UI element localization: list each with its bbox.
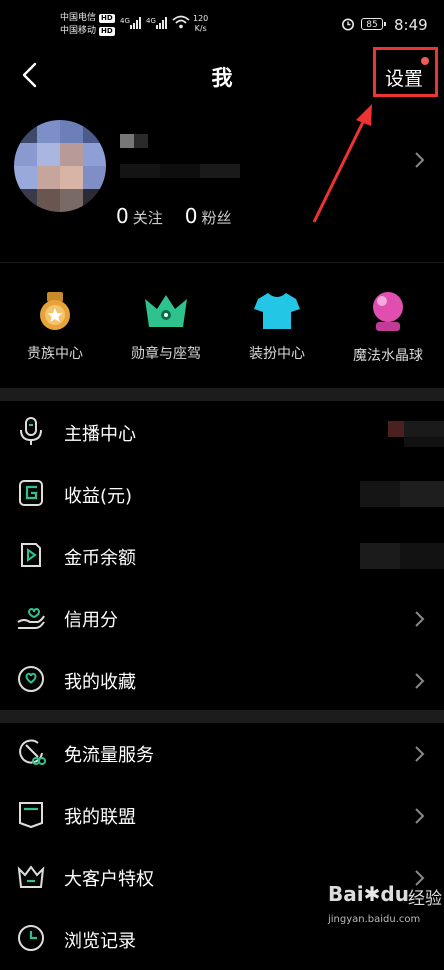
avatar[interactable] [14, 120, 106, 212]
baidu-logo: Bai✱du [328, 882, 409, 906]
menu-item-earnings[interactable]: 收益(元) [0, 463, 444, 525]
chevron-right-icon [415, 611, 425, 627]
menu-item-label: 浏览记录 [64, 931, 136, 952]
crystal-ball-icon [373, 292, 403, 331]
hd-badge: HD [99, 14, 115, 23]
menu-item-label: 我的联盟 [64, 807, 136, 828]
wifi-icon [172, 15, 190, 29]
quick-action-label: 勋章与座驾 [131, 346, 201, 362]
blurred-value [360, 477, 444, 511]
quick-action-medals[interactable]: 勋章与座驾 [116, 283, 216, 363]
quick-action-dressup[interactable]: 装扮中心 [227, 283, 327, 363]
menu-item-label: 金币余额 [64, 548, 136, 569]
heart-circle-icon [18, 666, 44, 692]
data-free-icon [19, 739, 46, 765]
signal-bars-icon [156, 17, 170, 29]
watermark-url: jingyan.baidu.com [328, 914, 421, 925]
nickname-blurred [120, 134, 240, 194]
microphone-icon [20, 417, 42, 445]
quick-action-label: 贵族中心 [27, 346, 83, 362]
menu-item-data-free[interactable]: 免流量服务 [0, 722, 444, 784]
history-clock-icon [18, 925, 44, 951]
menu-item-alliance[interactable]: 我的联盟 [0, 784, 444, 846]
menu-item-coin-balance[interactable]: 金币余额 [0, 525, 444, 587]
battery-icon: 85 [361, 18, 386, 30]
carrier-info: 中国电信 HD 中国移动 HD [60, 12, 115, 38]
carrier-1: 中国电信 [60, 13, 97, 23]
alarm-icon [342, 18, 354, 31]
tshirt-icon [254, 293, 300, 329]
carrier-2: 中国移动 [60, 26, 97, 36]
section-divider [0, 388, 444, 401]
status-bar: 中国电信 HD 中国移动 HD 4G 4G 120 K/s 85 8:49 [0, 0, 444, 52]
coin-balance-icon [21, 543, 41, 567]
credit-hand-heart-icon [17, 608, 45, 629]
signal-type-1: 4G [120, 17, 130, 25]
noble-medal-icon [40, 292, 70, 330]
menu-item-favorites[interactable]: 我的收藏 [0, 649, 444, 711]
blurred-value [360, 415, 444, 449]
quick-action-noble-center[interactable]: 贵族中心 [5, 283, 105, 363]
chevron-right-icon [415, 808, 425, 824]
hd-badge: HD [99, 27, 115, 36]
crown-icon [145, 295, 187, 327]
following-stat[interactable]: 0 关注 [116, 204, 163, 228]
follow-stats: 0 关注 0 粉丝 [116, 204, 232, 228]
chevron-right-icon [415, 152, 425, 168]
baidu-watermark: Bai✱du 经验 jingyan.baidu.com [328, 882, 444, 938]
menu-item-label: 主播中心 [64, 424, 136, 445]
quick-action-label: 魔法水晶球 [353, 348, 423, 364]
network-speed: 120 K/s [193, 14, 209, 33]
earnings-icon [19, 480, 43, 506]
quick-actions-row: 贵族中心 勋章与座驾 装扮中心 魔法水晶球 [0, 283, 444, 379]
quick-action-crystal-ball[interactable]: 魔法水晶球 [338, 283, 438, 365]
chevron-right-icon [415, 673, 425, 689]
divider [0, 262, 444, 263]
menu-item-label: 收益(元) [64, 486, 133, 507]
profile-card[interactable]: 0 关注 0 粉丝 [0, 104, 444, 262]
menu-item-label: 大客户特权 [64, 869, 154, 890]
menu-item-label: 我的收藏 [64, 672, 136, 693]
quick-action-label: 装扮中心 [249, 346, 305, 362]
blurred-value [360, 539, 444, 573]
menu-item-label: 免流量服务 [64, 745, 154, 766]
fans-stat[interactable]: 0 粉丝 [185, 204, 232, 228]
menu-item-anchor-center[interactable]: 主播中心 [0, 401, 444, 463]
vip-privilege-icon [17, 865, 45, 888]
menu-item-label: 信用分 [64, 610, 118, 631]
watermark-jingyan: 经验 [408, 889, 442, 909]
status-time: 8:49 [394, 16, 428, 34]
chevron-right-icon [415, 746, 425, 762]
alliance-icon [19, 802, 43, 829]
menu-item-credit-score[interactable]: 信用分 [0, 587, 444, 649]
annotation-highlight-box [373, 47, 438, 97]
signal-bars-icon [130, 17, 144, 29]
signal-type-2: 4G [146, 17, 156, 25]
